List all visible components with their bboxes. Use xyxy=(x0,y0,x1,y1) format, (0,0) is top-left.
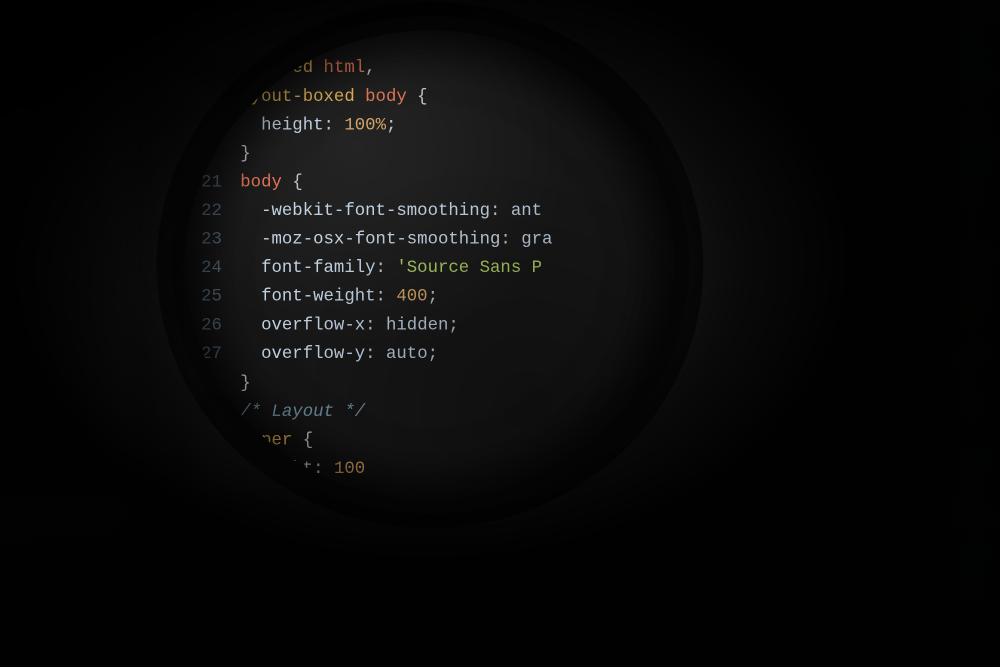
line-number: 21 xyxy=(185,169,240,198)
sidebar-item[interactable]: open folders xyxy=(0,429,124,448)
sidebar-item[interactable]: code xyxy=(0,32,124,51)
line-number xyxy=(185,141,240,170)
code-text: t-boxed html, xyxy=(240,55,375,84)
sidebar-item[interactable]: Users xyxy=(0,410,124,429)
code-text: -webkit-font-smoothing: ant xyxy=(240,198,542,227)
code-text: apper { xyxy=(240,427,313,456)
code-line: t-boxed html, xyxy=(185,55,675,84)
code-line: ight: 100 xyxy=(185,455,675,484)
code-text: height: 100%; xyxy=(240,112,396,141)
code-line: 24 font-family: 'Source Sans P xyxy=(185,255,675,284)
code-text: } xyxy=(240,141,250,170)
line-number xyxy=(185,112,240,141)
minimap xyxy=(951,0,1000,667)
code-line: } xyxy=(185,370,675,399)
sidebar-item[interactable]: config xyxy=(0,126,124,145)
line-number xyxy=(185,455,240,484)
sidebar-item[interactable]: Projects xyxy=(0,372,124,391)
line-number xyxy=(185,370,240,399)
code-text: /* Layout */ xyxy=(240,398,365,427)
code-text: body { xyxy=(240,169,302,198)
sidebar-item[interactable]: Cloudflare xyxy=(0,202,124,221)
line-number: 27 xyxy=(185,341,240,370)
sidebar-item[interactable]: Movies xyxy=(0,315,124,334)
sidebar-item[interactable]: css xyxy=(0,485,124,504)
code-text: ayout-boxed body { xyxy=(240,83,427,112)
file-tree-sidebar: cssappcodenodejssrcbuildconfigpublicdist… xyxy=(0,0,133,667)
sidebar-item[interactable]: open files xyxy=(0,447,124,466)
sidebar-item[interactable]: Downloads xyxy=(0,258,124,277)
code-text: -moz-osx-font-smoothing: gra xyxy=(240,227,552,256)
sidebar-item[interactable]: scss xyxy=(0,504,124,523)
sidebar-item[interactable]: Dropbox xyxy=(0,277,124,296)
line-number: 26 xyxy=(185,312,240,341)
sidebar-item[interactable]: css xyxy=(0,0,124,13)
code-line: ayout-boxed body { xyxy=(185,83,675,112)
sidebar-item[interactable]: Music xyxy=(0,334,124,353)
sidebar-item[interactable]: Documents xyxy=(0,240,124,259)
sidebar-item[interactable]: node xyxy=(0,51,124,70)
code-line: 26 overflow-x: hidden; xyxy=(185,312,675,341)
sidebar-item[interactable]: src xyxy=(0,88,124,107)
line-number xyxy=(185,55,240,84)
code-text: font-family: 'Source Sans P xyxy=(240,255,542,284)
code-line: 21body { xyxy=(185,169,675,198)
code-text: font-weight: 400; xyxy=(240,284,438,313)
code-line: 23 -moz-osx-font-smoothing: gra xyxy=(185,227,675,256)
code-text: ight: 100 xyxy=(240,455,365,484)
sidebar-item[interactable]: public xyxy=(0,145,124,164)
code-line-blurred: 16html.layout-boxed html, xyxy=(148,4,941,24)
magnifier-lens: t-boxed html,ayout-boxed body { height: … xyxy=(185,30,675,499)
line-number: 22 xyxy=(185,198,240,227)
line-number xyxy=(185,398,240,427)
sidebar-item[interactable]: app xyxy=(0,13,124,32)
sidebar-item[interactable]: js xyxy=(0,69,124,88)
line-number xyxy=(185,427,240,456)
sidebar-item[interactable]: Library xyxy=(0,296,124,315)
code-text: } xyxy=(240,370,250,399)
sidebar-item[interactable]: editing xyxy=(0,466,124,485)
code-line: /* Layout */ xyxy=(185,398,675,427)
sidebar-item[interactable]: build xyxy=(0,107,124,126)
sidebar-item[interactable]: style.css xyxy=(0,523,124,542)
code-line: height: 100%; xyxy=(185,112,675,141)
sidebar-item[interactable]: dist xyxy=(0,164,124,183)
code-line: 22 -webkit-font-smoothing: ant xyxy=(185,198,675,227)
code-line: 25 font-weight: 400; xyxy=(185,284,675,313)
code-text: overflow-y: auto; xyxy=(240,341,438,370)
code-line: 27 overflow-y: auto; xyxy=(185,341,675,370)
code-line: apper { xyxy=(185,427,675,456)
sidebar-item[interactable]: Applications xyxy=(0,183,124,202)
line-number: 23 xyxy=(185,227,240,256)
code-text: overflow-x: hidden; xyxy=(240,312,459,341)
line-number: 25 xyxy=(185,284,240,313)
line-number: 24 xyxy=(185,255,240,284)
code-line: } xyxy=(185,141,675,170)
line-number xyxy=(185,83,240,112)
sidebar-item[interactable]: Desktop xyxy=(0,221,124,240)
sidebar-item[interactable]: Sites xyxy=(0,391,124,410)
sidebar-item[interactable]: Pictures xyxy=(0,353,124,372)
magnified-code: t-boxed html,ayout-boxed body { height: … xyxy=(185,30,675,499)
